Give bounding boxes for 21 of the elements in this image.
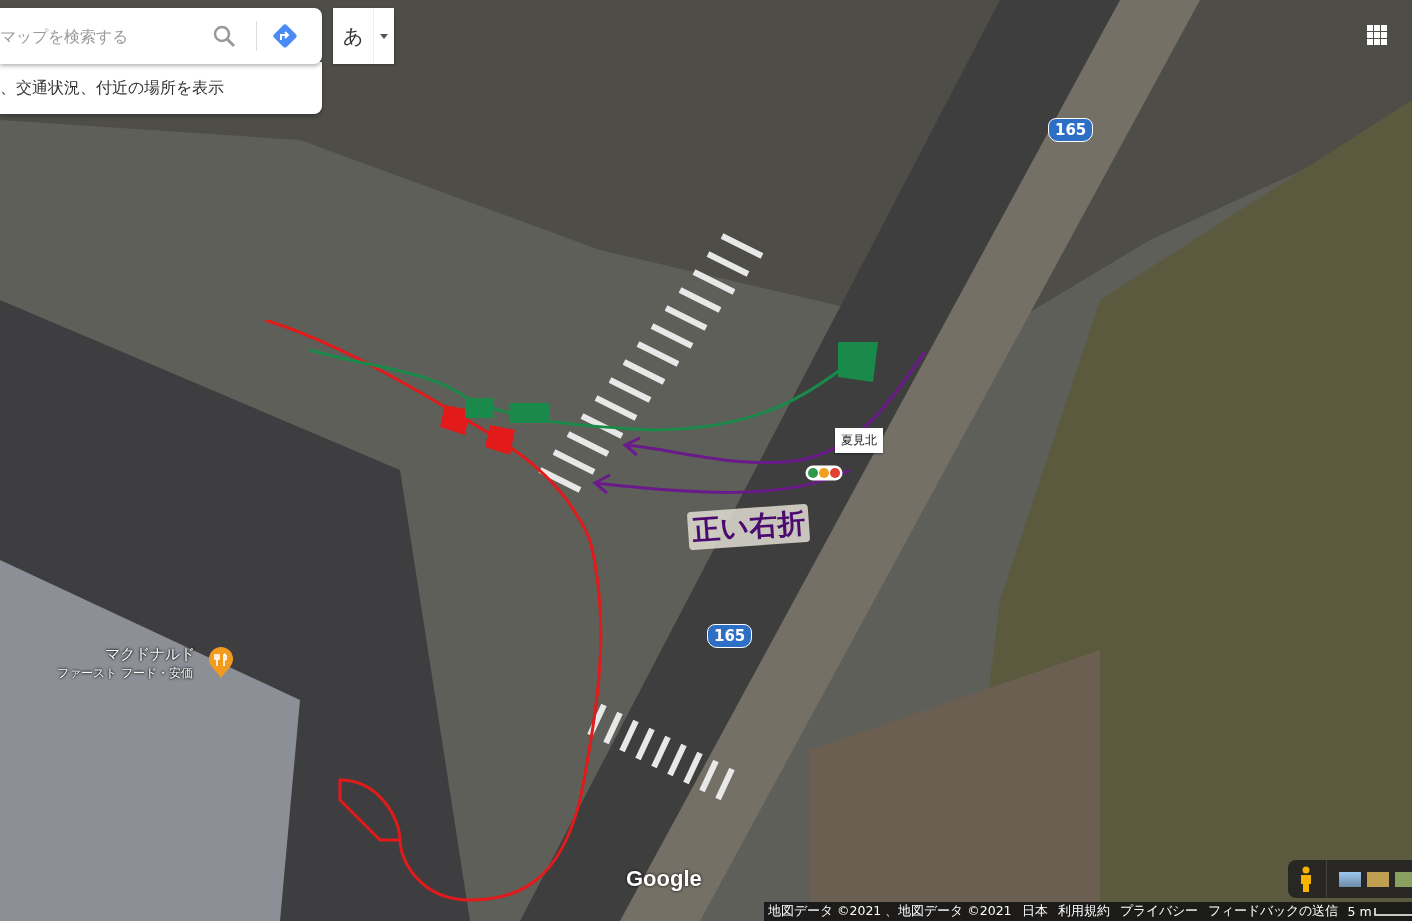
place-label[interactable]: 夏見北 (835, 428, 883, 453)
search-icon[interactable] (212, 24, 236, 48)
scale-label: 5 m (1347, 904, 1372, 919)
imagery-thumbnail[interactable] (1367, 871, 1389, 887)
imagery-thumbnail[interactable] (1339, 871, 1361, 887)
route-number: 165 (707, 624, 753, 648)
footer-link[interactable]: 日本 (1021, 903, 1048, 920)
footer-link[interactable]: 利用規約 (1057, 903, 1110, 920)
poi-category: ファースト フード・安価 (57, 665, 193, 682)
map-logo: Google (626, 866, 702, 892)
pegman-icon[interactable] (1298, 866, 1314, 892)
footer-link[interactable]: プライバシー (1119, 903, 1198, 920)
footer-link[interactable]: フィードバックの送信 (1207, 903, 1338, 920)
map-attribution: 地図データ ©2021 、地図データ ©2021 (768, 903, 1012, 920)
search-field[interactable]: マップを検索する (0, 26, 200, 46)
imagery-thumbnail[interactable] (1395, 871, 1412, 887)
input-method-button[interactable]: あ (333, 8, 394, 64)
route-number: 165 (1048, 118, 1094, 142)
apps-grid-icon[interactable] (1367, 25, 1388, 46)
restaurant-pin-icon[interactable] (208, 647, 234, 679)
scale-bar-icon (1373, 907, 1412, 916)
